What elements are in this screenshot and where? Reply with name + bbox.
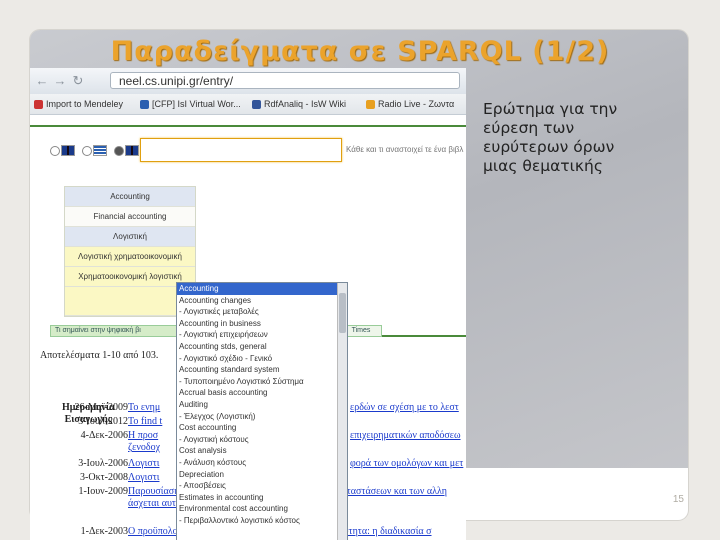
dropdown-item[interactable]: - Έλεγχος (Λογιστική) (177, 411, 347, 423)
result-title-continuation[interactable]: φορά των ομολόγων και μετ (350, 458, 463, 469)
result-title-link[interactable]: ζενοδοχ (128, 442, 160, 453)
bookmark-item[interactable]: [CFP] IsI Virtual Wor... (140, 94, 241, 114)
slide-page-number: 15 (672, 494, 684, 505)
result-date: 1-Ιουν-2009 (78, 486, 128, 497)
dropdown-item[interactable]: Auditing (177, 399, 347, 411)
dropdown-item[interactable]: - Λογιστικές μεταβολές (177, 306, 347, 318)
uk-flag-icon (125, 145, 139, 156)
dropdown-item[interactable]: Depreciation (177, 469, 347, 481)
term-item[interactable]: Λογιστική (65, 227, 195, 247)
browser-screenshot: ← → ↻ neel.cs.unipi.gr/entry/ Import to … (30, 68, 466, 540)
result-title-link[interactable]: Λογιστι (128, 458, 159, 469)
search-row: Κάθε και τι αναστοιχεί τε ένα βιβλ (30, 136, 466, 168)
slide-description: Ερώτημα για την εύρεση των ευρύτερων όρω… (483, 100, 618, 175)
dropdown-item[interactable]: Accounting in business (177, 318, 347, 330)
bookmark-item[interactable]: Import to Mendeley (34, 94, 123, 114)
result-date: 26-Μαϊ-2009 (74, 402, 128, 413)
back-arrow-icon[interactable]: ← (34, 73, 50, 89)
result-date: 3-Οκτ-2008 (80, 472, 128, 483)
wiki-icon (252, 99, 261, 109)
result-date: 3-Ιουλ-2006 (78, 458, 128, 469)
dropdown-item[interactable]: - Λογιστικό σχέδιο - Γενικό (177, 353, 347, 365)
dropdown-item[interactable]: Accrual basis accounting (177, 387, 347, 399)
dropdown-item[interactable]: - Λογιστική επιχειρήσεων (177, 329, 347, 341)
result-title-continuation[interactable]: ερδών σε σχέση με το λεστ (350, 402, 459, 413)
dropdown-item[interactable]: Environmental cost accounting (177, 503, 347, 515)
dropdown-item[interactable]: - Ανάλυση κόστους (177, 457, 347, 469)
page-header-divider (30, 125, 466, 127)
result-title-link[interactable]: Λογιστι (128, 472, 159, 483)
dropdown-item[interactable]: Accounting (177, 283, 347, 295)
dropdown-item[interactable]: Accounting stds, general (177, 341, 347, 353)
dropdown-item[interactable]: - Τυποποιημένο Λογιστικό Σύστημα (177, 376, 347, 388)
result-date: 4-Δεκ-2006 (80, 430, 128, 441)
dropdown-scrollbar[interactable] (337, 283, 347, 540)
address-bar[interactable]: neel.cs.unipi.gr/entry/ (110, 72, 460, 89)
dropdown-item[interactable]: Cost accounting (177, 422, 347, 434)
dropdown-item[interactable]: Accounting standard system (177, 364, 347, 376)
mendeley-icon (34, 99, 43, 109)
slide-title: Παραδείγματα σε SPARQL (1/2) (110, 36, 610, 67)
dropdown-item[interactable]: Accounting changes (177, 295, 347, 307)
scrollbar-thumb[interactable] (339, 293, 346, 333)
bookmark-item[interactable]: RdfAnaliq - IsW Wiki (252, 94, 346, 114)
results-count: Αποτελέσματα 1-10 από 103. (40, 350, 159, 361)
result-title-continuation[interactable]: επιχειρηματικών αποδόσεω (350, 430, 461, 441)
term-item[interactable]: Accounting (65, 187, 195, 207)
page-icon (140, 99, 149, 109)
tab-digital-library[interactable]: Τι σημαίνει στην ψηφιακή βι (50, 325, 184, 337)
result-title-link[interactable]: To find t (128, 416, 162, 427)
dropdown-item[interactable]: - Αποσβέσεις (177, 480, 347, 492)
dropdown-item[interactable]: Cost analysis (177, 445, 347, 457)
forward-arrow-icon[interactable]: → (52, 73, 68, 89)
search-hint: Κάθε και τι αναστοιχεί τε ένα βιβλ (346, 145, 464, 154)
result-date: 3-Ιουλ-2012 (78, 416, 128, 427)
autocomplete-dropdown[interactable]: Accounting Accounting changes - Λογιστικές… (176, 282, 348, 540)
bookmark-item[interactable]: Radio Live - Ζωντα (366, 94, 454, 114)
reload-icon[interactable]: ↻ (70, 73, 86, 89)
bookmarks-bar: Import to Mendeley [CFP] IsI Virtual Wor… (30, 94, 466, 115)
dropdown-list: Accounting Accounting changes - Λογιστικές… (177, 283, 347, 526)
language-radio[interactable] (50, 146, 60, 156)
greek-flag-icon (93, 145, 107, 156)
term-item[interactable]: Λογιστική χρηματοοικονομική (65, 247, 195, 267)
result-date: 1-Δεκ-2003 (80, 526, 128, 537)
result-title-link[interactable]: Η προσ (128, 430, 158, 441)
term-item[interactable]: Financial accounting (65, 207, 195, 227)
result-title-link[interactable]: Το ενημ (128, 402, 160, 413)
language-radio-selected[interactable] (114, 146, 124, 156)
dropdown-item[interactable]: - Περιβαλλοντικό λογιστικό κόστος (177, 515, 347, 527)
uk-flag-icon (61, 145, 75, 156)
dropdown-item[interactable]: Estimates in accounting (177, 492, 347, 504)
dropdown-item[interactable]: - Λογιστική κόστους (177, 434, 347, 446)
browser-toolbar: ← → ↻ neel.cs.unipi.gr/entry/ (30, 68, 466, 95)
language-radio[interactable] (82, 146, 92, 156)
radio-icon (366, 99, 375, 109)
search-input[interactable] (140, 138, 342, 162)
